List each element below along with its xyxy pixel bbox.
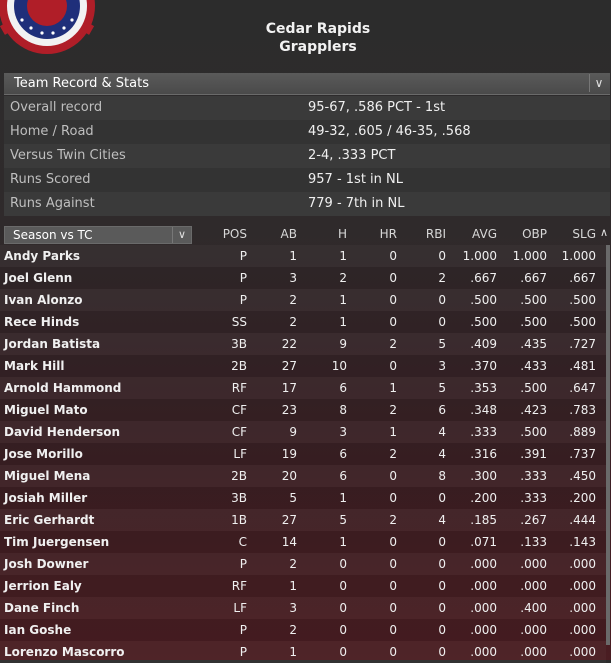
- season-filter-dropdown[interactable]: Season vs TC ∨: [4, 226, 192, 244]
- player-name[interactable]: Lorenzo Mascorro: [4, 645, 125, 659]
- record-label: Runs Scored: [10, 172, 91, 187]
- cell-slg: .889: [569, 425, 596, 439]
- player-name[interactable]: Tim Juergensen: [4, 535, 109, 549]
- table-row[interactable]: Miguel Mato CF 23 8 2 6.348.423.783: [0, 399, 606, 421]
- cell-slg: .450: [569, 469, 596, 483]
- player-name[interactable]: Jerrion Ealy: [4, 579, 82, 593]
- table-row[interactable]: Jose Morillo LF 19 6 2 4.316.391.737: [0, 443, 606, 465]
- cell-slg: .500: [569, 315, 596, 329]
- cell-slg: .444: [569, 513, 596, 527]
- section-title: Team Record & Stats: [14, 76, 149, 91]
- record-row: Runs Scored 957 - 1st in NL: [4, 168, 610, 192]
- cell-slg: .143: [569, 535, 596, 549]
- team-name-line1: Cedar Rapids: [265, 21, 371, 37]
- table-row[interactable]: Joel Glenn P 3 2 0 2.667.667.667: [0, 267, 606, 289]
- cell-slg: .727: [569, 337, 596, 351]
- player-name[interactable]: Arnold Hammond: [4, 381, 121, 395]
- table-row[interactable]: David Henderson CF 9 3 1 4.333.500.889: [0, 421, 606, 443]
- cell-slg: .000: [569, 557, 596, 571]
- player-name[interactable]: Josh Downer: [4, 557, 88, 571]
- cell-slg: .647: [569, 381, 596, 395]
- record-label: Versus Twin Cities: [10, 148, 126, 163]
- cell-slg: .000: [569, 623, 596, 637]
- player-name[interactable]: Mark Hill: [4, 359, 65, 373]
- player-name[interactable]: Eric Gerhardt: [4, 513, 94, 527]
- cell-slg: .667: [569, 271, 596, 285]
- table-row[interactable]: Eric Gerhardt 1B 27 5 2 4.185.267.444: [0, 509, 606, 531]
- table-row[interactable]: Dane Finch LF 3 0 0 0.000.400.000: [0, 597, 606, 619]
- column-header-slg[interactable]: SLG: [536, 227, 596, 241]
- cell-slg: .000: [569, 645, 596, 659]
- record-row: Home / Road 49-32, .605 / 46-35, .568: [4, 120, 610, 144]
- table-row[interactable]: Josh Downer P 2 0 0 0.000.000.000: [0, 553, 606, 575]
- table-row[interactable]: Andy Parks P 1 1 0 0 1.000 1.000 1.000: [0, 245, 606, 267]
- table-row[interactable]: Mark Hill 2B 27 10 0 3.370.433.481: [0, 355, 606, 377]
- cell-slg: .481: [569, 359, 596, 373]
- table-row[interactable]: Rece Hinds SS 2 1 0 0.500.500.500: [0, 311, 606, 333]
- player-name[interactable]: Ivan Alonzo: [4, 293, 83, 307]
- team-name-line2: Grapplers: [279, 39, 357, 55]
- filter-selected: Season vs TC: [13, 228, 93, 242]
- player-name[interactable]: Jordan Batista: [4, 337, 100, 351]
- section-header-team-record[interactable]: Team Record & Stats ∨: [4, 73, 610, 95]
- player-name[interactable]: Rece Hinds: [4, 315, 79, 329]
- cell-slg: .200: [569, 491, 596, 505]
- record-label: Overall record: [10, 100, 103, 115]
- cell-slg: .000: [569, 579, 596, 593]
- record-row: Overall record 95-67, .586 PCT - 1st: [4, 96, 610, 120]
- player-name[interactable]: Jose Morillo: [4, 447, 83, 461]
- record-row: Versus Twin Cities 2-4, .333 PCT: [4, 144, 610, 168]
- cell-slg: .500: [569, 293, 596, 307]
- cell-slg: .783: [569, 403, 596, 417]
- player-name[interactable]: Andy Parks: [4, 249, 80, 263]
- record-value: 957 - 1st in NL: [308, 172, 403, 187]
- table-row[interactable]: Ian Goshe P 2 0 0 0.000.000.000: [0, 619, 606, 641]
- record-row: Runs Against 779 - 7th in NL: [4, 192, 610, 216]
- table-row[interactable]: Ivan Alonzo P 2 1 0 0.500.500.500: [0, 289, 606, 311]
- record-value: 49-32, .605 / 46-35, .568: [308, 124, 471, 139]
- record-label: Runs Against: [10, 196, 95, 211]
- record-value: 779 - 7th in NL: [308, 196, 405, 211]
- cell-slg: 1.000: [561, 249, 596, 263]
- cell-slg: .737: [569, 447, 596, 461]
- scroll-up-icon[interactable]: ∧: [600, 226, 608, 239]
- scrollbar[interactable]: [606, 245, 610, 645]
- record-label: Home / Road: [10, 124, 94, 139]
- table-row[interactable]: Miguel Mena 2B 20 6 0 8.300.333.450: [0, 465, 606, 487]
- table-row[interactable]: Jerrion Ealy RF 1 0 0 0.000.000.000: [0, 575, 606, 597]
- record-value: 2-4, .333 PCT: [308, 148, 396, 163]
- player-name[interactable]: David Henderson: [4, 425, 120, 439]
- player-name[interactable]: Miguel Mena: [4, 469, 90, 483]
- player-name[interactable]: Ian Goshe: [4, 623, 71, 637]
- table-row[interactable]: Jordan Batista 3B 22 9 2 5.409.435.727: [0, 333, 606, 355]
- chevron-down-icon[interactable]: ∨: [589, 74, 608, 92]
- table-row[interactable]: Arnold Hammond RF 17 6 1 5.353.500.647: [0, 377, 606, 399]
- table-row[interactable]: Josiah Miller 3B 5 1 0 0.200.333.200: [0, 487, 606, 509]
- player-name[interactable]: Joel Glenn: [4, 271, 72, 285]
- player-name[interactable]: Dane Finch: [4, 601, 79, 615]
- record-value: 95-67, .586 PCT - 1st: [308, 100, 446, 115]
- cell-slg: .000: [569, 601, 596, 615]
- table-row[interactable]: Tim Juergensen C 14 1 0 0.071.133.143: [0, 531, 606, 553]
- player-name[interactable]: Josiah Miller: [4, 491, 87, 505]
- player-name[interactable]: Miguel Mato: [4, 403, 88, 417]
